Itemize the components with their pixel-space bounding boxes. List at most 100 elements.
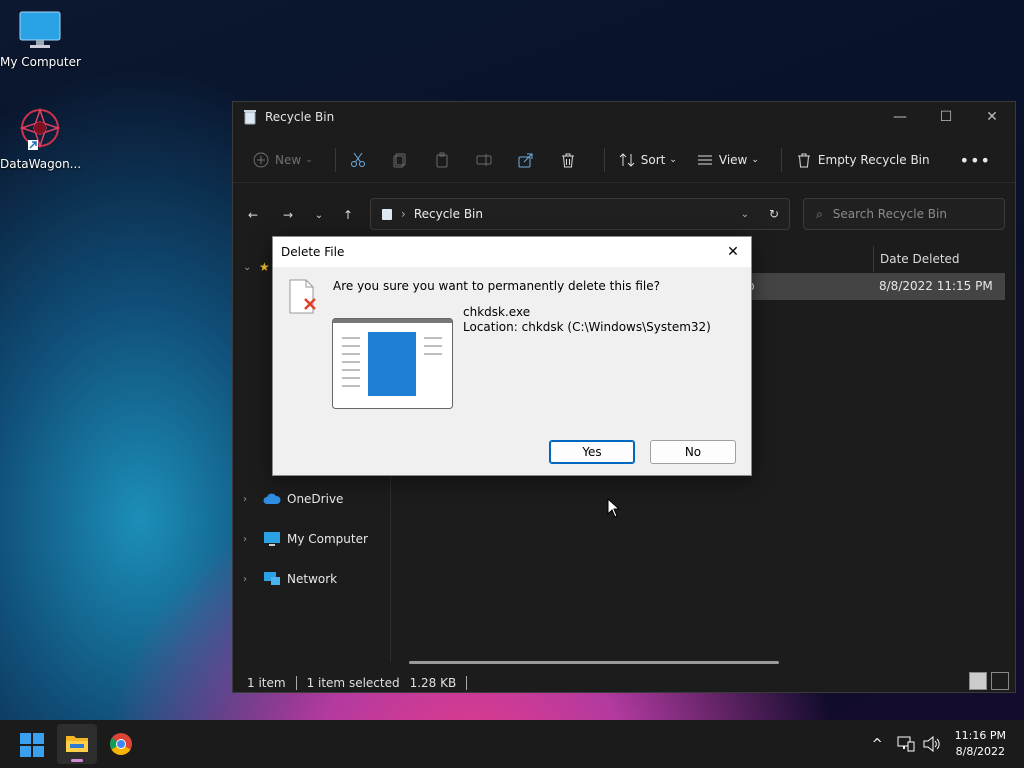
chevron-down-icon: ⌄ [751, 155, 759, 165]
delete-file-dialog: Delete File ✕ Are you sure you want to p… [272, 236, 752, 476]
yes-button[interactable]: Yes [549, 440, 635, 464]
view-button[interactable]: View ⌄ [691, 144, 765, 176]
network-icon [264, 572, 280, 585]
taskbar-chrome[interactable] [109, 732, 133, 759]
details-view-button[interactable] [969, 672, 987, 690]
nav-label: OneDrive [287, 492, 344, 506]
sort-button[interactable]: Sort ⌄ [613, 144, 683, 176]
rename-button[interactable] [470, 144, 504, 176]
chevron-right-icon: › [401, 207, 406, 221]
search-placeholder: Search Recycle Bin [832, 207, 947, 221]
dialog-close-button[interactable]: ✕ [721, 241, 745, 263]
status-item-count: 1 item [247, 676, 286, 690]
recent-locations-button[interactable]: ⌄ [305, 198, 333, 232]
search-icon: ⌕ [816, 206, 823, 221]
arrow-right-icon: → [282, 208, 294, 222]
view-toggle [969, 672, 1009, 690]
row-date-deleted: 8/8/2022 11:15 PM [879, 279, 993, 293]
start-button[interactable] [20, 733, 44, 760]
chevron-down-icon[interactable]: ⌄ [741, 209, 749, 220]
toolbar-divider [780, 148, 782, 172]
more-options-button[interactable]: ••• [954, 144, 997, 176]
file-preview-icon [332, 318, 453, 409]
status-divider [295, 676, 297, 690]
refresh-icon[interactable]: ↻ [769, 207, 779, 221]
arrow-left-icon: ← [247, 208, 259, 222]
paste-button[interactable] [428, 144, 462, 176]
copy-button[interactable] [386, 144, 420, 176]
share-button[interactable] [512, 144, 546, 176]
status-divider [466, 676, 468, 690]
dialog-file-location: Location: chkdsk (C:\Windows\System32) [463, 320, 711, 334]
monitor-icon [264, 532, 280, 546]
no-button[interactable]: No [650, 440, 736, 464]
toolbar-divider [334, 148, 336, 172]
arrow-up-icon: ↑ [342, 208, 354, 222]
delete-button[interactable] [554, 144, 588, 176]
taskbar-file-explorer[interactable] [57, 724, 97, 764]
forward-button[interactable]: → [274, 198, 302, 232]
minimize-button[interactable]: — [877, 102, 923, 132]
clock-date: 8/8/2022 [955, 745, 1006, 758]
up-button[interactable]: ↑ [334, 198, 362, 232]
nav-item-my-computer[interactable]: › My Computer [243, 528, 368, 550]
monitor-icon [19, 11, 61, 48]
rename-icon [476, 154, 492, 166]
network-status-icon[interactable] [897, 736, 915, 752]
chevron-up-icon[interactable]: ^ [872, 737, 883, 752]
trash-icon [797, 153, 810, 168]
dialog-file-name: chkdsk.exe [463, 305, 531, 319]
window-titlebar[interactable]: Recycle Bin — ☐ ✕ [233, 102, 1015, 132]
plus-circle-icon [253, 152, 269, 168]
view-label: View [718, 153, 748, 167]
list-view-icon [697, 155, 712, 165]
nav-item-network[interactable]: › Network [243, 568, 337, 590]
chevron-right-icon: › [243, 493, 247, 505]
new-label: New [275, 153, 302, 167]
dialog-question: Are you sure you want to permanently del… [333, 279, 660, 293]
folder-icon [66, 736, 88, 752]
toolbar-divider [603, 148, 605, 172]
delete-warning-icon [289, 279, 316, 314]
status-selected: 1 item selected [306, 676, 400, 690]
active-indicator [71, 759, 83, 762]
horizontal-scrollbar[interactable] [409, 661, 779, 664]
recycle-bin-icon [244, 110, 256, 125]
dialog-title: Delete File [281, 245, 345, 259]
desktop-icon-my-computer[interactable]: My Computer [0, 10, 81, 69]
empty-recycle-bin-button[interactable]: Empty Recycle Bin [790, 144, 936, 176]
address-bar[interactable]: › Recycle Bin ⌄ ↻ [370, 198, 790, 230]
large-icons-view-button[interactable] [991, 672, 1009, 690]
nav-label: Network [287, 572, 338, 586]
ellipsis-icon: ••• [959, 150, 991, 170]
nav-quick-access[interactable]: ⌄ ★ [243, 256, 270, 278]
new-button[interactable]: New ⌄ [247, 144, 319, 176]
taskbar: ^ 11:16 PM 8/8/2022 [0, 720, 1024, 768]
search-input[interactable]: ⌕ Search Recycle Bin [803, 198, 1005, 230]
dialog-titlebar[interactable]: Delete File ✕ [273, 237, 751, 267]
command-bar: New ⌄ Sort ⌄ View ⌄ Empty Recycle Bin ••… [233, 138, 1015, 183]
cloud-icon [263, 493, 281, 504]
volume-icon[interactable] [923, 736, 941, 752]
chevron-down-icon: ⌄ [669, 155, 677, 165]
share-icon [518, 153, 533, 168]
clock-time: 11:16 PM [954, 729, 1006, 742]
maximize-button[interactable]: ☐ [923, 102, 969, 132]
column-header-date-deleted[interactable]: Date Deleted [873, 246, 960, 272]
sort-icon [619, 153, 635, 167]
close-icon: ✕ [727, 244, 739, 260]
windows-logo-icon [20, 733, 44, 757]
chevron-right-icon: › [243, 573, 247, 585]
desktop-icon-label: My Computer [0, 55, 81, 69]
clock[interactable]: 11:16 PM 8/8/2022 [955, 728, 1006, 760]
mouse-cursor-icon [607, 498, 621, 518]
system-tray: ^ 11:16 PM 8/8/2022 [872, 720, 1006, 768]
chevron-down-icon: ⌄ [243, 261, 252, 273]
cut-button[interactable] [344, 144, 378, 176]
back-button[interactable]: ← [239, 198, 267, 232]
desktop-icon-datawagon[interactable]: DataWagon... [0, 106, 81, 171]
sort-label: Sort [640, 153, 666, 167]
close-window-button[interactable]: ✕ [969, 102, 1015, 132]
star-icon: ★ [259, 260, 270, 274]
nav-item-onedrive[interactable]: › OneDrive [243, 488, 343, 510]
